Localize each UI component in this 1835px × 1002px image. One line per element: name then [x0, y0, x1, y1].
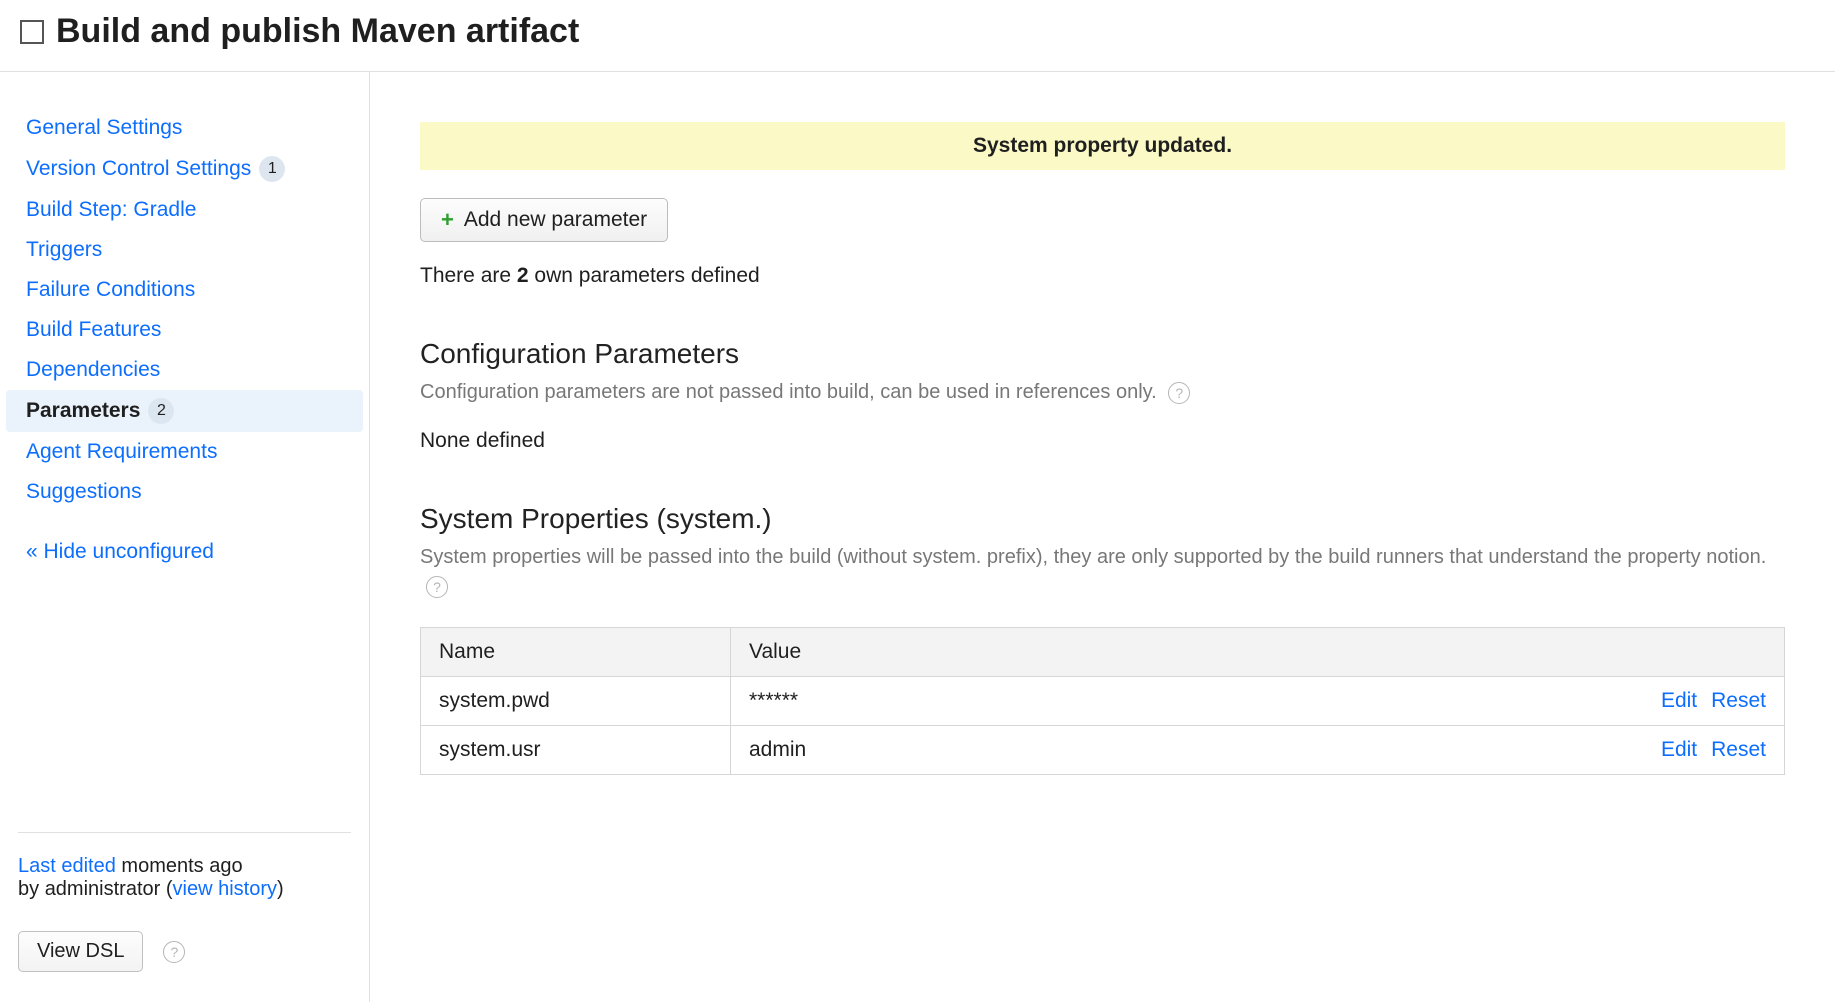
param-name: system.pwd	[421, 677, 731, 726]
reset-link[interactable]: Reset	[1711, 689, 1766, 712]
param-name: system.usr	[421, 726, 731, 775]
by-who: administrator	[45, 878, 161, 900]
sidebar-footer: Last edited moments ago by administrator…	[0, 832, 369, 972]
last-edited-link[interactable]: Last edited	[18, 855, 116, 877]
edit-link[interactable]: Edit	[1661, 689, 1697, 712]
hide-unconfigured-link[interactable]: « Hide unconfigured	[0, 512, 369, 572]
config-none-defined: None defined	[420, 429, 1785, 453]
sidebar-item[interactable]: General Settings	[0, 108, 369, 148]
config-params-heading: Configuration Parameters	[420, 338, 1785, 370]
sidebar-item[interactable]: Version Control Settings 1	[0, 148, 369, 190]
sidebar-item-label: Build Step: Gradle	[26, 198, 196, 222]
table-row: system.pwd****** Edit Reset	[421, 677, 1785, 726]
history-close: )	[277, 878, 284, 900]
notice-banner: System property updated.	[420, 122, 1785, 170]
view-dsl-button[interactable]: View DSL	[18, 931, 143, 972]
sidebar-item-label: General Settings	[26, 116, 182, 140]
sidebar-item[interactable]: Triggers	[0, 230, 369, 270]
by-prefix: by	[18, 878, 45, 900]
add-parameter-label: Add new parameter	[464, 208, 647, 232]
param-actions: Edit Reset	[1625, 677, 1785, 726]
sidebar-item-label: Triggers	[26, 238, 102, 262]
col-name-header: Name	[421, 628, 731, 677]
sidebar-item[interactable]: Dependencies	[0, 350, 369, 390]
help-icon[interactable]	[163, 941, 185, 963]
sidebar-item[interactable]: Parameters 2	[6, 390, 363, 432]
sidebar-item-label: Failure Conditions	[26, 278, 195, 302]
page-title: Build and publish Maven artifact	[56, 12, 579, 51]
sidebar-item[interactable]: Failure Conditions	[0, 270, 369, 310]
parameters-count: There are 2 own parameters defined	[420, 264, 1785, 288]
system-props-table: Name Value system.pwd******EditResetsyst…	[420, 627, 1785, 775]
sidebar-item-badge: 1	[259, 156, 285, 182]
sidebar: General Settings Version Control Settings…	[0, 72, 370, 1002]
reset-link[interactable]: Reset	[1711, 738, 1766, 761]
config-params-desc: Configuration parameters are not passed …	[420, 381, 1157, 403]
sidebar-nav: General Settings Version Control Settings…	[0, 108, 369, 512]
build-config-icon	[20, 20, 44, 44]
system-properties-section: System Properties (system.) System prope…	[420, 503, 1785, 775]
param-value: admin	[731, 726, 1625, 775]
sidebar-item-label: Parameters	[26, 399, 140, 423]
view-history-link[interactable]: view history	[173, 878, 277, 900]
sidebar-item-label: Version Control Settings	[26, 157, 251, 181]
history-open: (	[160, 878, 172, 900]
main-content: System property updated. + Add new param…	[370, 72, 1835, 1002]
sidebar-item[interactable]: Build Features	[0, 310, 369, 350]
sidebar-item[interactable]: Agent Requirements	[0, 432, 369, 472]
help-icon[interactable]	[426, 576, 448, 598]
plus-icon: +	[441, 209, 454, 231]
system-props-desc: System properties will be passed into th…	[420, 546, 1766, 568]
sidebar-item[interactable]: Suggestions	[0, 472, 369, 512]
sidebar-item-label: Agent Requirements	[26, 440, 217, 464]
param-actions: Edit Reset	[1625, 726, 1785, 775]
page-header: Build and publish Maven artifact	[0, 0, 1835, 72]
table-row: system.usradmin Edit Reset	[421, 726, 1785, 775]
help-icon[interactable]	[1168, 382, 1190, 404]
sidebar-item-label: Suggestions	[26, 480, 142, 504]
system-props-heading: System Properties (system.)	[420, 503, 1785, 535]
last-edited-when: moments ago	[116, 855, 243, 877]
edit-link[interactable]: Edit	[1661, 738, 1697, 761]
configuration-parameters-section: Configuration Parameters Configuration p…	[420, 338, 1785, 453]
add-parameter-button[interactable]: + Add new parameter	[420, 198, 668, 242]
sidebar-item-badge: 2	[148, 398, 174, 424]
sidebar-item-label: Build Features	[26, 318, 161, 342]
sidebar-item-label: Dependencies	[26, 358, 160, 382]
col-value-header: Value	[731, 628, 1785, 677]
sidebar-item[interactable]: Build Step: Gradle	[0, 190, 369, 230]
param-value: ******	[731, 677, 1625, 726]
